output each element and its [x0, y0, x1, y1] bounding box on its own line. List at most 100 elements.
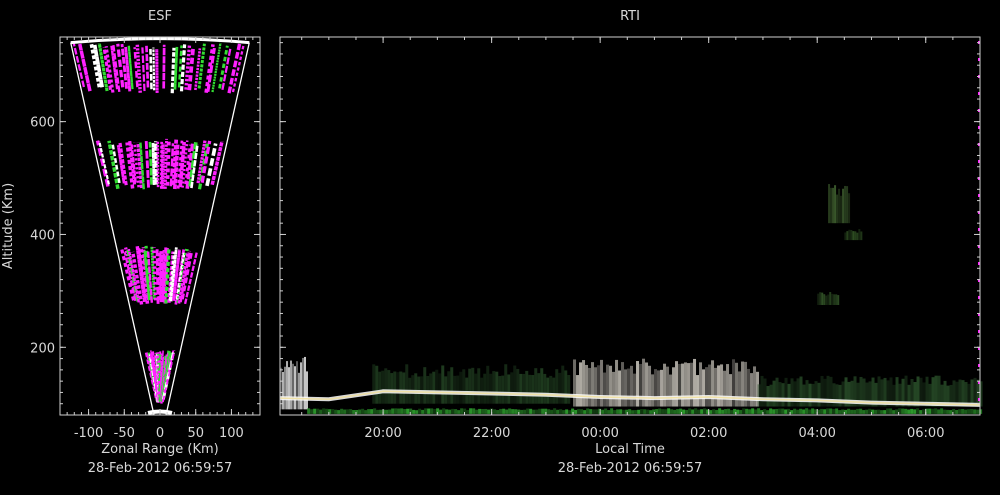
rti-echo-column [576, 375, 579, 406]
rti-echo-column [457, 410, 460, 414]
rti-echo-column [790, 410, 793, 414]
rti-echo-column [406, 409, 409, 414]
rti-echo-column [961, 409, 964, 414]
esf-x-tick-label: 100 [219, 426, 244, 441]
esf-plot-area [71, 39, 250, 415]
rti-echo-column [597, 365, 600, 406]
rti-echo-column [424, 408, 427, 414]
rti-echo-column [562, 410, 565, 414]
esf-y-tick-label: 400 [30, 228, 55, 243]
rti-echo-column [886, 408, 889, 413]
esf-x-tick-label: -50 [114, 426, 135, 441]
rti-echo-column [964, 410, 967, 414]
rti-echo-column [793, 409, 796, 414]
rti-echo-column [474, 374, 477, 404]
rti-echo-column [757, 408, 760, 414]
rti-echo-column [955, 410, 958, 414]
esf-echo-streak [199, 44, 204, 89]
rti-echo-column [582, 360, 585, 406]
rti-echo-column [447, 371, 450, 403]
rti-echo-column [400, 408, 403, 413]
rti-x-axis-label: Local Time [595, 442, 665, 457]
rti-echo-column [651, 374, 654, 406]
rti-echo-column [856, 409, 859, 414]
rti-echo-column [838, 189, 840, 223]
rti-echo-column [697, 410, 700, 414]
rti-echo-column [776, 378, 779, 407]
rti-echo-column [791, 378, 794, 406]
rti-echo-column [685, 410, 688, 414]
rti-echo-region [844, 229, 862, 240]
rti-echo-column [504, 364, 507, 403]
rti-echo-column [758, 384, 761, 406]
esf-x-axis-label: Zonal Range (Km) [101, 442, 218, 457]
rti-echo-column [349, 409, 352, 414]
esf-echo-streak [98, 141, 108, 187]
rti-echo-column [378, 372, 381, 404]
rti-echo-column [486, 366, 489, 404]
esf-echo-streak [171, 143, 173, 186]
rti-echo-column [313, 409, 316, 414]
rti-echo-column [637, 410, 640, 414]
rti-echo-column [610, 408, 613, 414]
rti-echo-column [937, 409, 940, 413]
rti-echo-column [585, 365, 588, 407]
rti-echo-column [495, 372, 498, 404]
rti-echo-column [712, 409, 715, 414]
rti-echo-column [730, 410, 733, 414]
rti-echo-region [280, 357, 308, 409]
rti-echo-column [528, 375, 531, 404]
rti-echo-column [973, 409, 976, 413]
rti-echo-column [853, 410, 856, 414]
rti-echo-column [782, 383, 785, 406]
rti-echo-column [778, 409, 781, 414]
rti-echo-column [687, 363, 690, 406]
rti-echo-column [300, 362, 302, 409]
rti-echo-column [568, 410, 571, 414]
rti-echo-column [840, 196, 842, 223]
rti-echo-column [648, 366, 651, 407]
rti-echo-column [649, 410, 652, 414]
rti-echo-column [640, 409, 643, 414]
rti-echo-column [415, 410, 418, 414]
rti-echo-column [854, 231, 856, 240]
rti-echo-column [913, 409, 916, 414]
rti-echo-column [561, 366, 564, 404]
rti-echo-column [306, 371, 308, 409]
rti-echo-region [817, 292, 839, 305]
rti-echo-column [432, 372, 435, 404]
rti-echo-column [546, 378, 549, 404]
rti-echo-column [946, 410, 949, 414]
rti-echo-column [830, 188, 832, 223]
rti-echo-column [595, 409, 598, 414]
rti-echo-column [814, 409, 817, 414]
rti-echo-column [868, 409, 871, 414]
rti-echo-column [841, 410, 844, 414]
rti-echo-column [508, 408, 511, 413]
rti-echo-column [622, 410, 625, 414]
rti-echo-column [895, 409, 898, 413]
rti-echo-column [403, 409, 406, 414]
rti-echo-column [532, 410, 535, 414]
rti-echo-column [748, 409, 751, 414]
rti-echo-column [805, 408, 808, 414]
rti-echo-column [586, 408, 589, 413]
rti-echo-column [292, 364, 294, 410]
esf-echo-band [121, 246, 196, 305]
figure: ESF -100-50050100 200400600 Zonal Range … [0, 0, 1000, 490]
rti-echo-column [844, 232, 846, 240]
rti-echo-column [842, 189, 844, 223]
rti-echo-column [974, 378, 977, 407]
rti-echo-column [770, 385, 773, 407]
rti-echo-column [745, 409, 748, 414]
esf-echo-streak [189, 47, 193, 90]
rti-echo-column [478, 409, 481, 414]
rti-echo-column [910, 409, 913, 414]
esf-echo-streak [186, 44, 190, 90]
rti-echo-column [726, 364, 729, 406]
rti-echo-column [928, 409, 931, 414]
rti-echo-column [468, 369, 471, 404]
rti-echo-column [775, 409, 778, 414]
rti-echo-column [418, 409, 421, 414]
rti-echo-column [823, 409, 826, 414]
